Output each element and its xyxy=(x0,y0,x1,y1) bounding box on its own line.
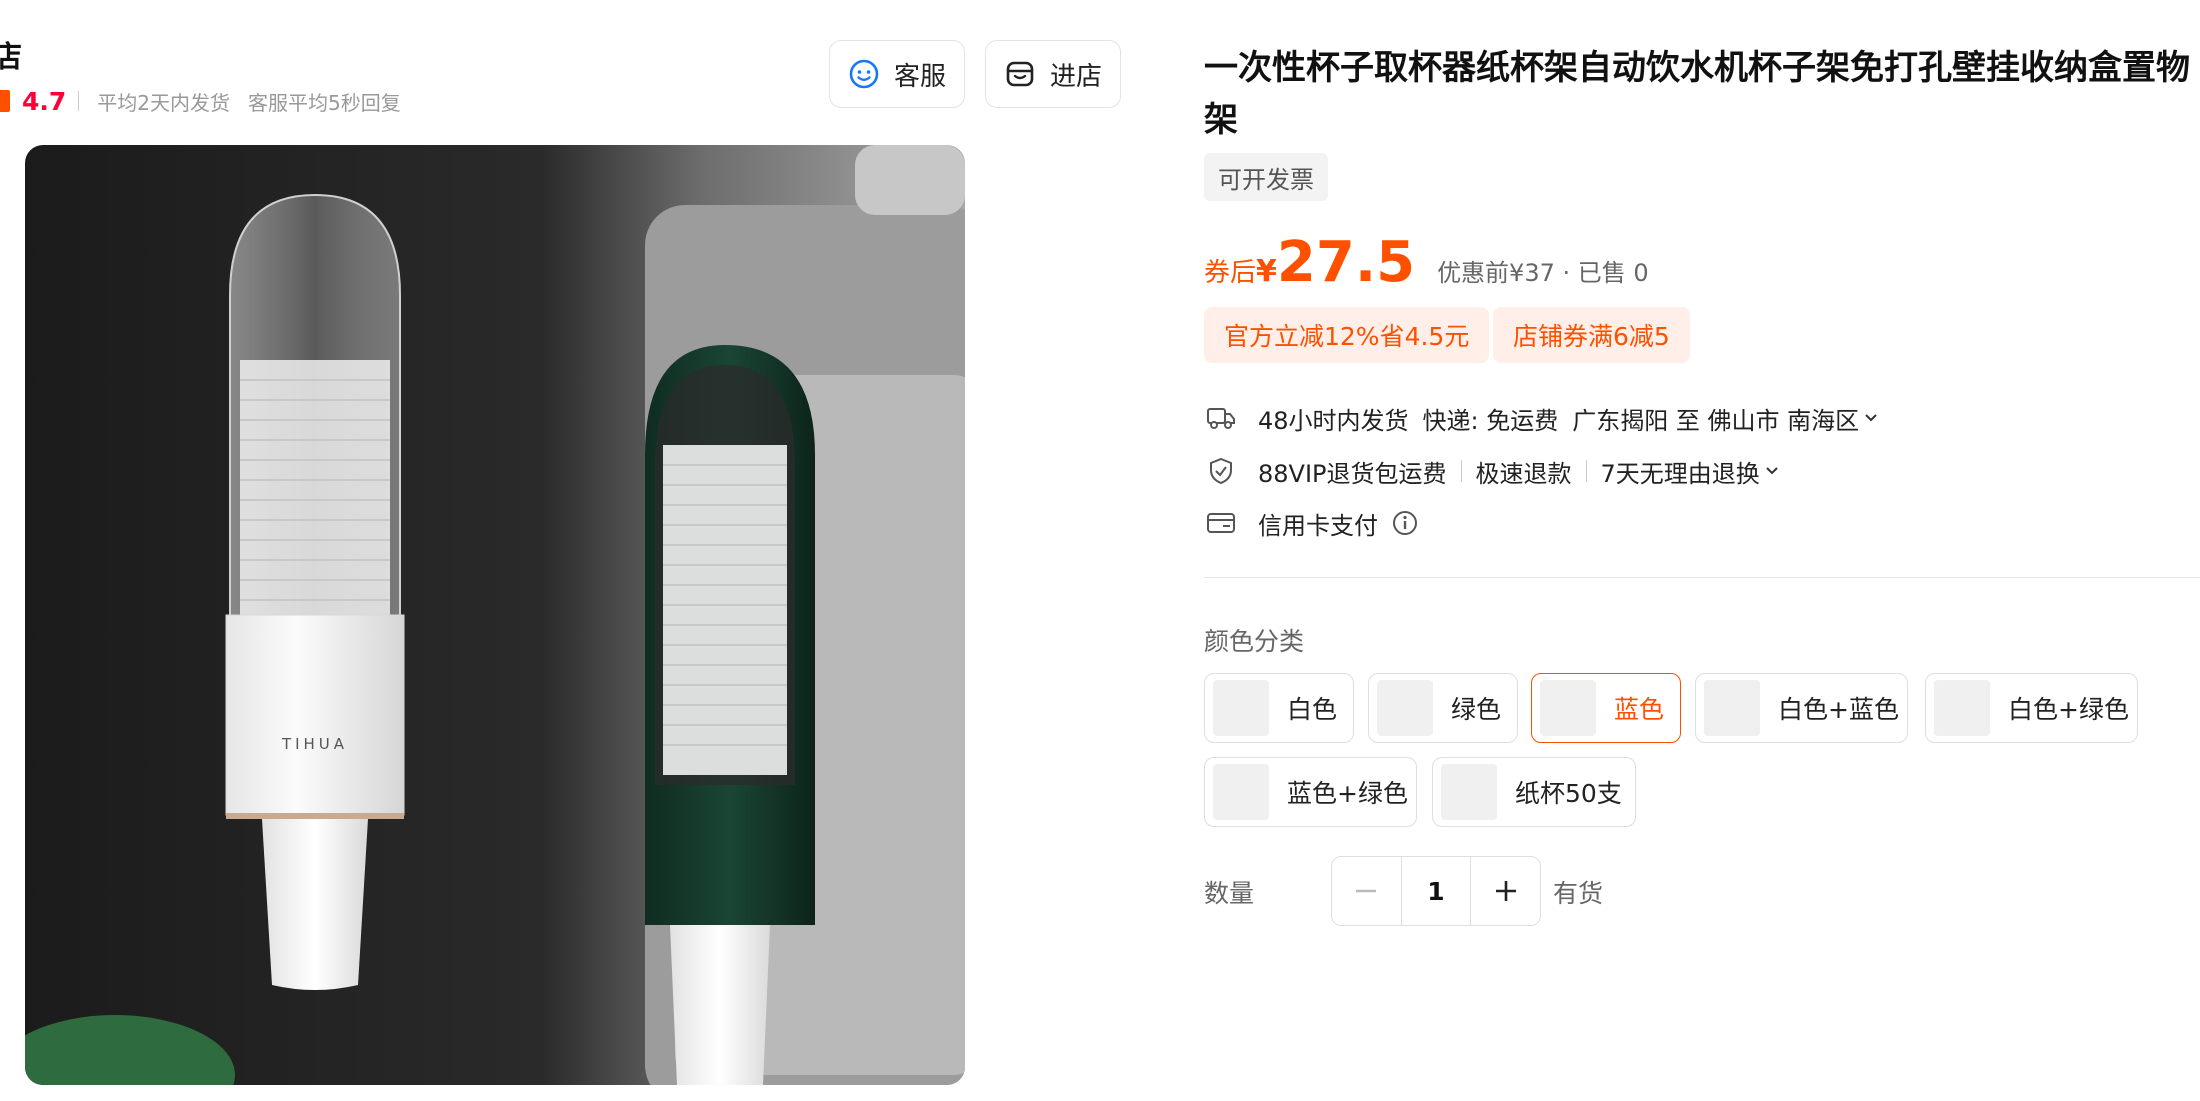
service-fast-refund: 极速退款 xyxy=(1475,459,1572,488)
option-thumbnail xyxy=(1213,764,1269,820)
shipping-route[interactable]: 广东揭阳 至 佛山市 南海区 xyxy=(1572,401,1859,436)
payment-credit-card: 信用卡支付 xyxy=(1258,511,1378,540)
plus-icon xyxy=(1495,881,1516,901)
shipping-time: 48小时内发货 xyxy=(1258,406,1409,435)
customer-service-label: 客服 xyxy=(893,61,946,92)
option-label: 蓝色 xyxy=(1614,695,1665,724)
increase-quantity-button[interactable] xyxy=(1471,857,1540,925)
payment-row: 信用卡支付 xyxy=(1204,503,1418,543)
option-thumbnail xyxy=(1540,680,1596,736)
shop-stat-reply: 客服平均5秒回复 xyxy=(248,90,401,115)
invoice-tag: 可开发票 xyxy=(1204,153,1328,201)
option-label: 纸杯50支 xyxy=(1515,779,1622,808)
chevron-down-icon[interactable] xyxy=(1863,404,1879,432)
shop-rating-row: 4.7 平均2天内发货 客服平均5秒回复 xyxy=(0,86,419,116)
quantity-stepper: 1 xyxy=(1331,856,1541,926)
service-divider xyxy=(1460,460,1462,482)
service-7day-return[interactable]: 7天无理由退换 xyxy=(1601,454,1760,489)
option-label: 白色 xyxy=(1287,695,1338,724)
service-divider xyxy=(1585,460,1587,482)
price-row: 券后 ¥ 27.5 优惠前¥37 · 已售 0 xyxy=(1204,230,1649,300)
promo-store-coupon[interactable]: 店铺券满6减5 xyxy=(1493,307,1690,363)
option-label: 蓝色+绿色 xyxy=(1287,779,1408,808)
service-88vip: 88VIP退货包运费 xyxy=(1258,459,1447,488)
product-photo: TIHUA xyxy=(25,145,965,1085)
color-option-paper-cups[interactable]: 纸杯50支 xyxy=(1432,757,1636,827)
service-row: 88VIP退货包运费 极速退款 7天无理由退换 xyxy=(1204,451,1780,491)
shipping-express: 快递: 免运费 xyxy=(1422,406,1559,435)
price-original-sold: 优惠前¥37 · 已售 0 xyxy=(1437,259,1649,287)
store-icon xyxy=(1006,61,1034,87)
quantity-label: 数量 xyxy=(1204,879,1255,908)
shield-icon xyxy=(1204,456,1238,486)
rating-badge-icon xyxy=(0,90,10,112)
shop-stat-shipping: 平均2天内发货 xyxy=(97,90,231,115)
color-option-white[interactable]: 白色 xyxy=(1204,673,1354,743)
enter-store-button[interactable]: 进店 xyxy=(985,40,1121,108)
section-divider xyxy=(1204,577,2200,578)
option-label: 白色+蓝色 xyxy=(1778,695,1899,724)
option-thumbnail xyxy=(1704,680,1760,736)
card-icon xyxy=(1204,511,1238,535)
shipping-row: 48小时内发货 快递: 免运费 广东揭阳 至 佛山市 南海区 xyxy=(1204,398,1879,438)
minus-icon xyxy=(1356,889,1377,893)
product-title: 一次性杯子取杯器纸杯架自动饮水机杯子架免打孔壁挂收纳盒置物架 xyxy=(1204,48,2190,140)
shop-rating-score: 4.7 xyxy=(22,86,67,116)
color-option-blue-green[interactable]: 蓝色+绿色 xyxy=(1204,757,1417,827)
option-label: 白色+绿色 xyxy=(2008,695,2129,724)
color-option-white-green[interactable]: 白色+绿色 xyxy=(1925,673,2138,743)
enter-store-label: 进店 xyxy=(1049,61,1102,92)
price-currency: ¥ xyxy=(1256,254,1277,289)
customer-service-button[interactable]: 客服 xyxy=(829,40,965,108)
color-option-blue[interactable]: 蓝色 xyxy=(1531,673,1681,743)
color-category-label: 颜色分类 xyxy=(1204,627,1305,656)
chevron-down-icon[interactable] xyxy=(1764,457,1780,485)
option-label: 绿色 xyxy=(1451,695,1502,724)
product-image[interactable]: TIHUA xyxy=(25,145,965,1085)
info-icon[interactable] xyxy=(1392,510,1418,536)
promo-official-discount[interactable]: 官方立减12%省4.5元 xyxy=(1204,307,1490,363)
option-thumbnail xyxy=(1213,680,1269,736)
color-option-white-blue[interactable]: 白色+蓝色 xyxy=(1695,673,1908,743)
decrease-quantity-button[interactable] xyxy=(1332,857,1401,925)
smiley-icon xyxy=(849,59,879,89)
shop-name[interactable]: 店 xyxy=(0,32,22,76)
price-prefix: 券后 xyxy=(1204,258,1257,288)
color-option-green[interactable]: 绿色 xyxy=(1368,673,1518,743)
option-thumbnail xyxy=(1934,680,1990,736)
option-thumbnail xyxy=(1441,764,1497,820)
stock-status: 有货 xyxy=(1553,879,1604,908)
product-brand-text: TIHUA xyxy=(281,735,348,753)
truck-icon xyxy=(1204,404,1238,432)
rating-divider xyxy=(78,91,80,111)
quantity-value[interactable]: 1 xyxy=(1400,857,1472,925)
price-value: 27.5 xyxy=(1276,230,1416,295)
option-thumbnail xyxy=(1377,680,1433,736)
